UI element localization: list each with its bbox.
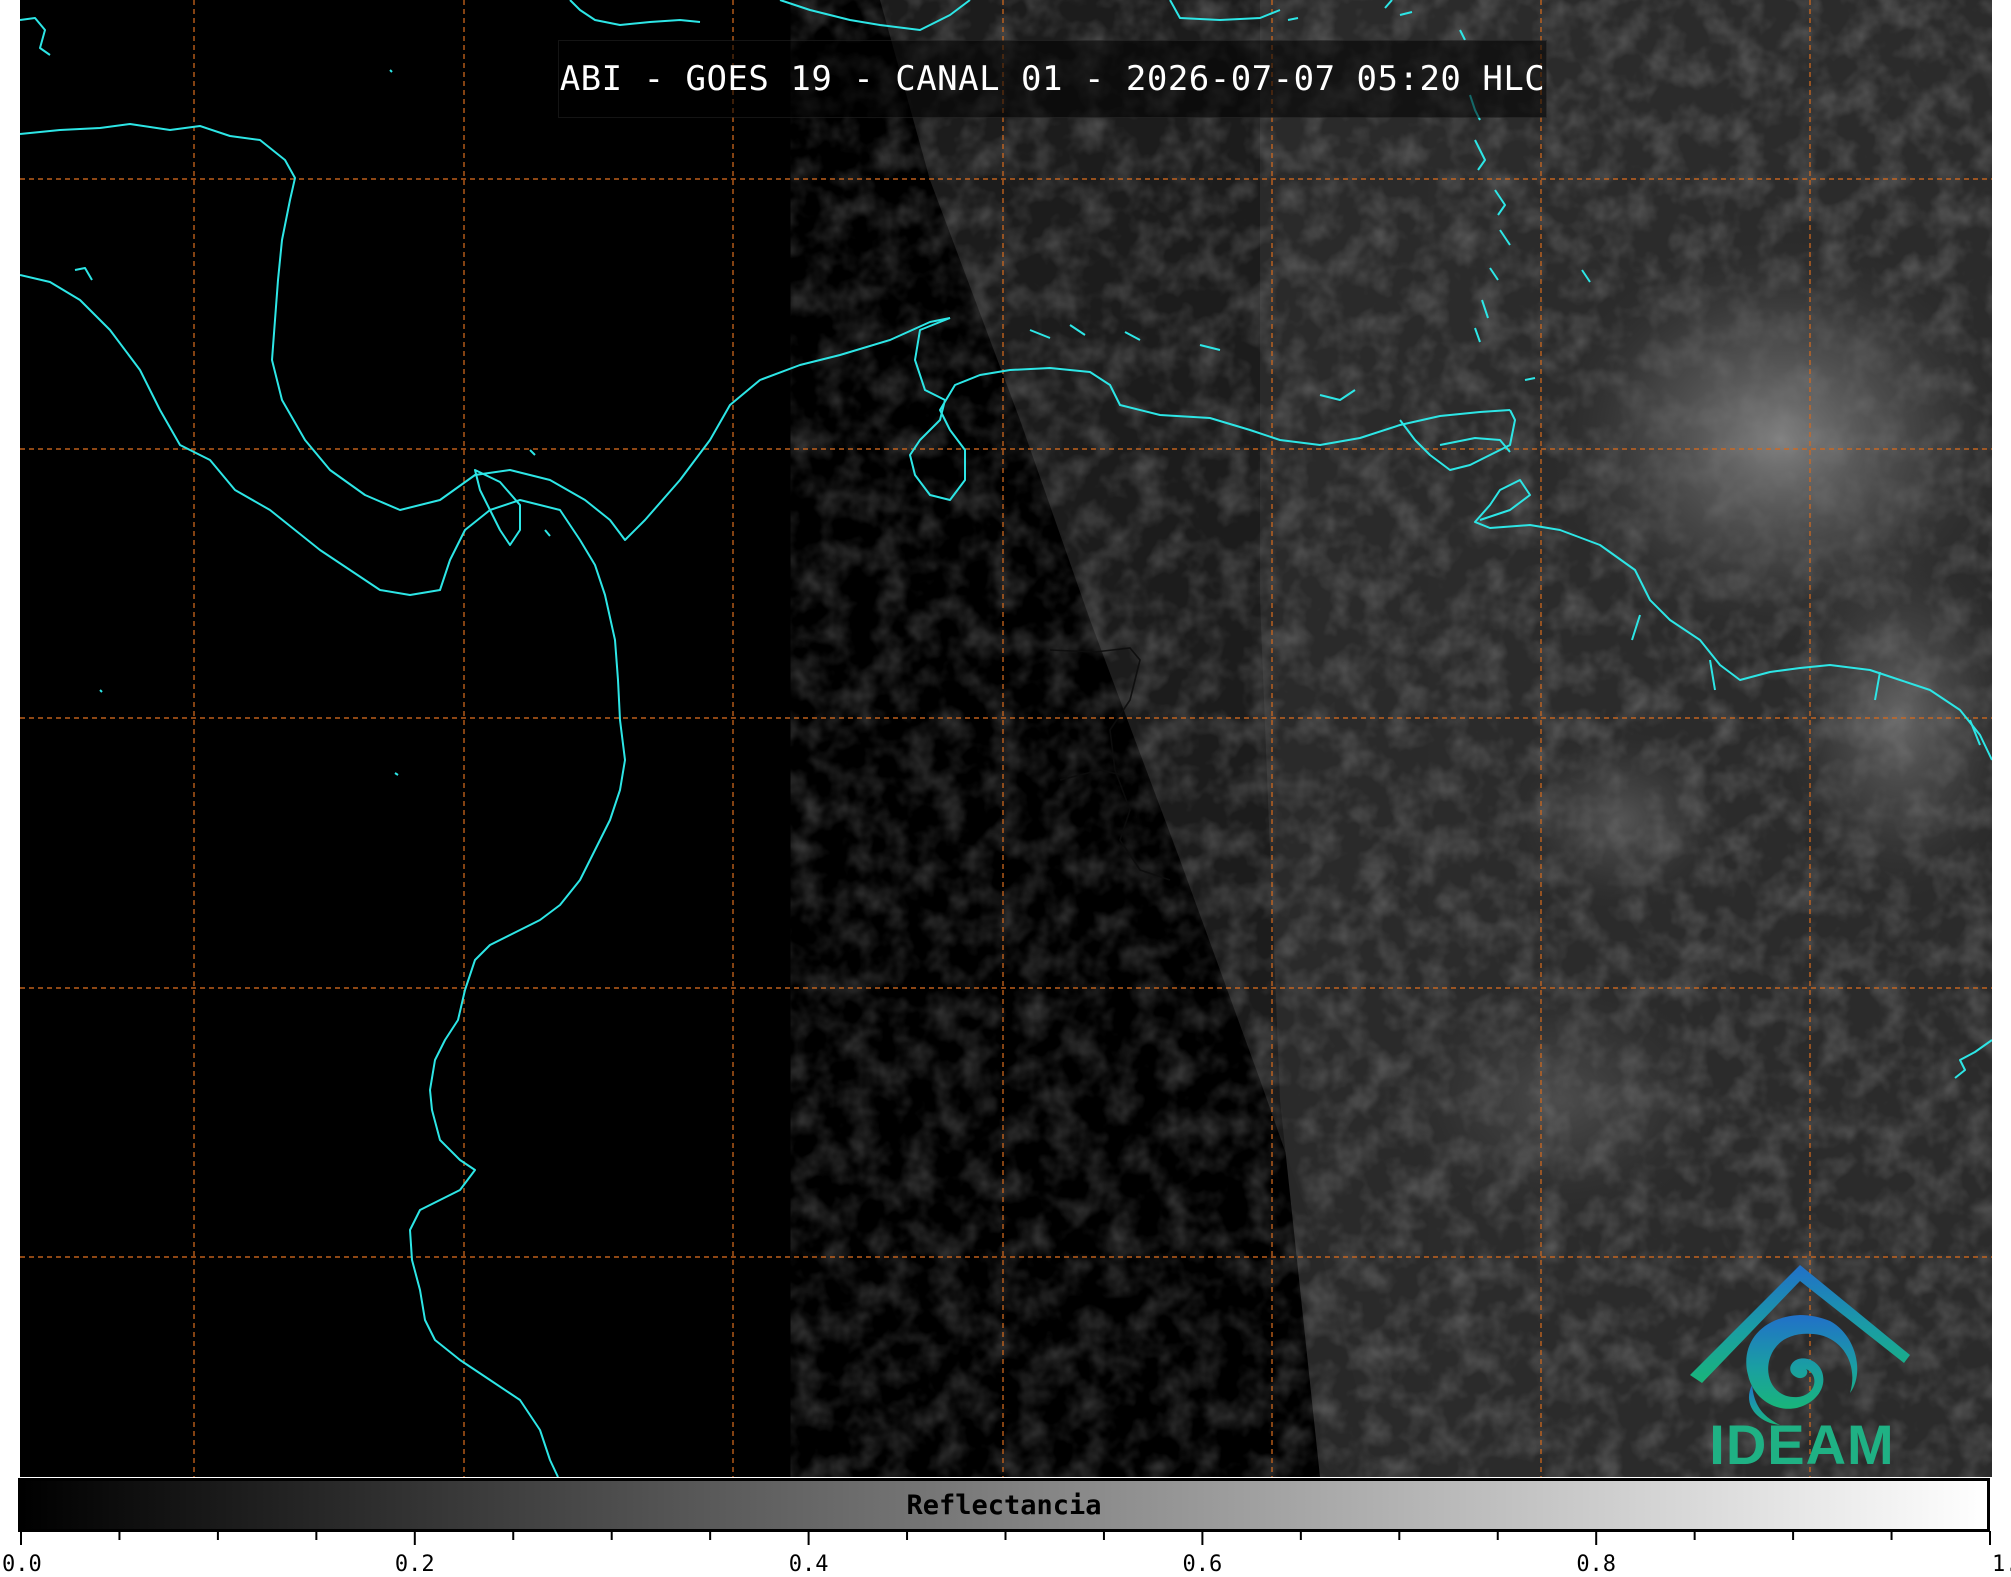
cloud-mass-center bbox=[1510, 730, 1730, 910]
ideam-logo-text: IDEAM bbox=[1709, 1413, 1895, 1476]
colorbar-tick-label: 0.4 bbox=[788, 1552, 829, 1577]
colorbar-tick-label: 0.2 bbox=[394, 1552, 435, 1577]
colorbar-ticks bbox=[20, 1531, 1991, 1545]
colorbar-tick-label: 0.6 bbox=[1182, 1552, 1223, 1577]
map-title: ABI - GOES 19 - CANAL 01 - 2026-07-07 05… bbox=[558, 40, 1547, 118]
satellite-map: ABI - GOES 19 - CANAL 01 - 2026-07-07 05… bbox=[20, 0, 1992, 1477]
cloud-mass-south bbox=[1400, 980, 1720, 1220]
colorbar-tick-label: 1.0 bbox=[1992, 1552, 2011, 1577]
colorbar: Reflectancia bbox=[18, 1478, 1990, 1532]
colorbar-tick-label: 0.0 bbox=[2, 1552, 42, 1577]
colorbar-tick-label: 0.8 bbox=[1576, 1552, 1617, 1577]
colorbar-label: Reflectancia bbox=[906, 1489, 1102, 1521]
